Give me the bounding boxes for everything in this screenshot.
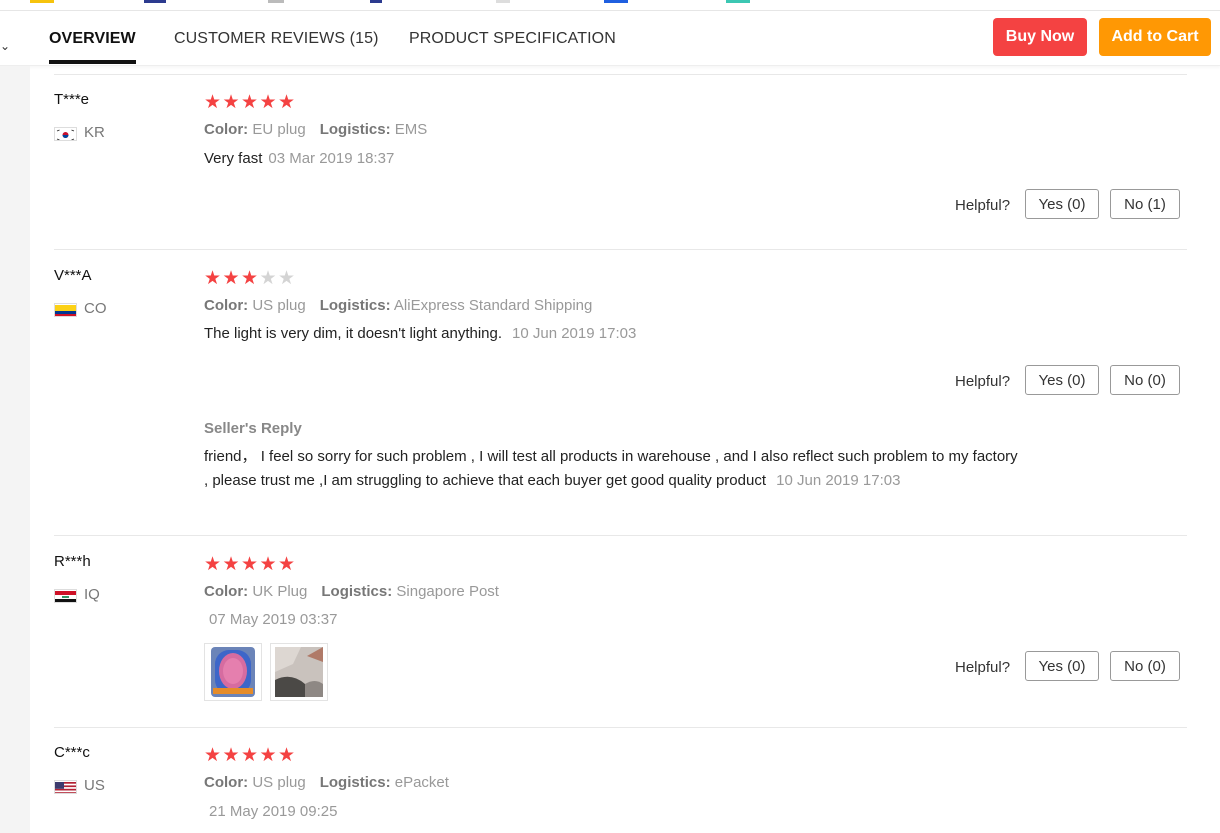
review-text-line: Very fast 03 Mar 2019 18:37: [204, 150, 394, 167]
reviewer-name: R***h: [54, 553, 91, 570]
star-filled-icon: ★: [278, 92, 296, 113]
review-item: C***c US ★★★★★ Color: US plug Logistics: …: [54, 744, 1187, 833]
star-empty-icon: ★: [259, 268, 277, 289]
review-divider: [54, 727, 1187, 728]
active-tab-indicator: [49, 60, 136, 64]
review-text-line: The light is very dim, it doesn't light …: [204, 325, 636, 342]
star-filled-icon: ★: [241, 92, 259, 113]
review-text: The light is very dim, it doesn't light …: [204, 325, 503, 342]
helpful-yes-button[interactable]: Yes (0): [1025, 189, 1099, 219]
tab-overview[interactable]: OVERVIEW: [49, 30, 136, 48]
flag-co-icon: [54, 303, 77, 317]
reviewer-name: C***c: [54, 744, 90, 761]
review-item: V***A CO ★★★★★ Color: US plug Logistics: …: [54, 267, 1187, 522]
star-filled-icon: ★: [278, 554, 296, 575]
flag-iq-icon: [54, 589, 77, 603]
logistics-label: Logistics:: [319, 121, 391, 138]
review-text-line: 07 May 2019 03:37: [204, 611, 337, 628]
review-divider: [54, 535, 1187, 536]
star-filled-icon: ★: [222, 554, 240, 575]
star-filled-icon: ★: [259, 745, 277, 766]
left-gutter: [0, 66, 30, 833]
tab-product-specification[interactable]: PRODUCT SPECIFICATION: [409, 30, 616, 48]
color-value: US plug: [252, 774, 306, 791]
review-photo-thumbnail[interactable]: [204, 643, 262, 701]
helpful-yes-button[interactable]: Yes (0): [1025, 651, 1099, 681]
reviewer-name: T***e: [54, 91, 90, 108]
country-code: KR: [84, 124, 105, 141]
review-divider: [54, 74, 1187, 75]
star-filled-icon: ★: [259, 554, 277, 575]
helpful-label: Helpful?: [955, 373, 1011, 390]
color-value: US plug: [252, 297, 306, 314]
flag-kr-icon: [54, 127, 77, 141]
review-date: 21 May 2019 09:25: [209, 803, 338, 820]
helpful-label: Helpful?: [955, 197, 1011, 214]
flag-us-icon: [54, 780, 77, 794]
star-filled-icon: ★: [222, 92, 240, 113]
color-value: UK Plug: [252, 583, 308, 600]
star-filled-icon: ★: [204, 745, 222, 766]
helpful-no-button[interactable]: No (0): [1110, 365, 1180, 395]
color-value: EU plug: [252, 121, 306, 138]
review-attributes: Color: EU plug Logistics: EMS: [204, 121, 427, 138]
logistics-value: EMS: [394, 121, 428, 138]
review-date: 07 May 2019 03:37: [209, 611, 338, 628]
logistics-value: Singapore Post: [396, 583, 499, 600]
review-divider: [54, 249, 1187, 250]
color-label: Color:: [204, 121, 249, 138]
star-filled-icon: ★: [204, 554, 222, 575]
country-code: US: [84, 777, 105, 794]
star-filled-icon: ★: [204, 92, 222, 113]
add-to-cart-button[interactable]: Add to Cart: [1099, 18, 1211, 56]
star-filled-icon: ★: [259, 92, 277, 113]
star-filled-icon: ★: [278, 745, 296, 766]
star-rating: ★★★★★: [204, 92, 297, 113]
buy-now-button[interactable]: Buy Now: [993, 18, 1087, 56]
chevron-down-icon[interactable]: ⌄: [0, 39, 10, 53]
star-rating: ★★★★★: [204, 554, 297, 575]
review-photo-thumbnail[interactable]: [270, 643, 328, 701]
logistics-value: AliExpress Standard Shipping: [393, 297, 593, 314]
star-rating: ★★★★★: [204, 745, 297, 766]
review-date: 03 Mar 2019 18:37: [268, 150, 395, 167]
tab-bar: ⌄ OVERVIEW CUSTOMER REVIEWS (15) PRODUCT…: [0, 11, 1220, 66]
helpful-yes-button[interactable]: Yes (0): [1025, 365, 1099, 395]
review-item: R***h IQ ★★★★★ Color: UK Plug Logistics: …: [54, 553, 1187, 713]
logistics-label: Logistics:: [319, 774, 391, 791]
color-label: Color:: [204, 774, 249, 791]
top-strip: [0, 0, 1220, 11]
star-rating: ★★★★★: [204, 268, 297, 289]
review-item: T***e KR ★★★★★ Color: EU plug Logistics: …: [54, 91, 1187, 231]
reviewer-name: V***A: [54, 267, 92, 284]
helpful-no-button[interactable]: No (1): [1110, 189, 1180, 219]
star-filled-icon: ★: [241, 268, 259, 289]
logistics-label: Logistics:: [321, 583, 393, 600]
star-empty-icon: ★: [278, 268, 296, 289]
review-text-line: 21 May 2019 09:25: [204, 803, 337, 820]
color-label: Color:: [204, 297, 249, 314]
logistics-value: ePacket: [394, 774, 449, 791]
star-filled-icon: ★: [241, 745, 259, 766]
seller-reply-title: Seller's Reply: [204, 420, 302, 437]
helpful-no-button[interactable]: No (0): [1110, 651, 1180, 681]
color-label: Color:: [204, 583, 249, 600]
review-attributes: Color: UK Plug Logistics: Singapore Post: [204, 583, 499, 600]
helpful-label: Helpful?: [955, 659, 1011, 676]
review-attributes: Color: US plug Logistics: ePacket: [204, 774, 449, 791]
country-code: CO: [84, 300, 107, 317]
seller-reply: friend， I feel so sorry for such problem…: [204, 445, 1024, 493]
review-attributes: Color: US plug Logistics: AliExpress Stan…: [204, 297, 592, 314]
star-filled-icon: ★: [204, 268, 222, 289]
country-code: IQ: [84, 586, 100, 603]
logistics-label: Logistics:: [319, 297, 391, 314]
review-text: Very fast: [204, 150, 263, 167]
seller-reply-date: 10 Jun 2019 17:03: [776, 472, 901, 489]
star-filled-icon: ★: [222, 268, 240, 289]
star-filled-icon: ★: [241, 554, 259, 575]
review-date: 10 Jun 2019 17:03: [512, 325, 637, 342]
tab-customer-reviews[interactable]: CUSTOMER REVIEWS (15): [174, 30, 379, 48]
star-filled-icon: ★: [222, 745, 240, 766]
